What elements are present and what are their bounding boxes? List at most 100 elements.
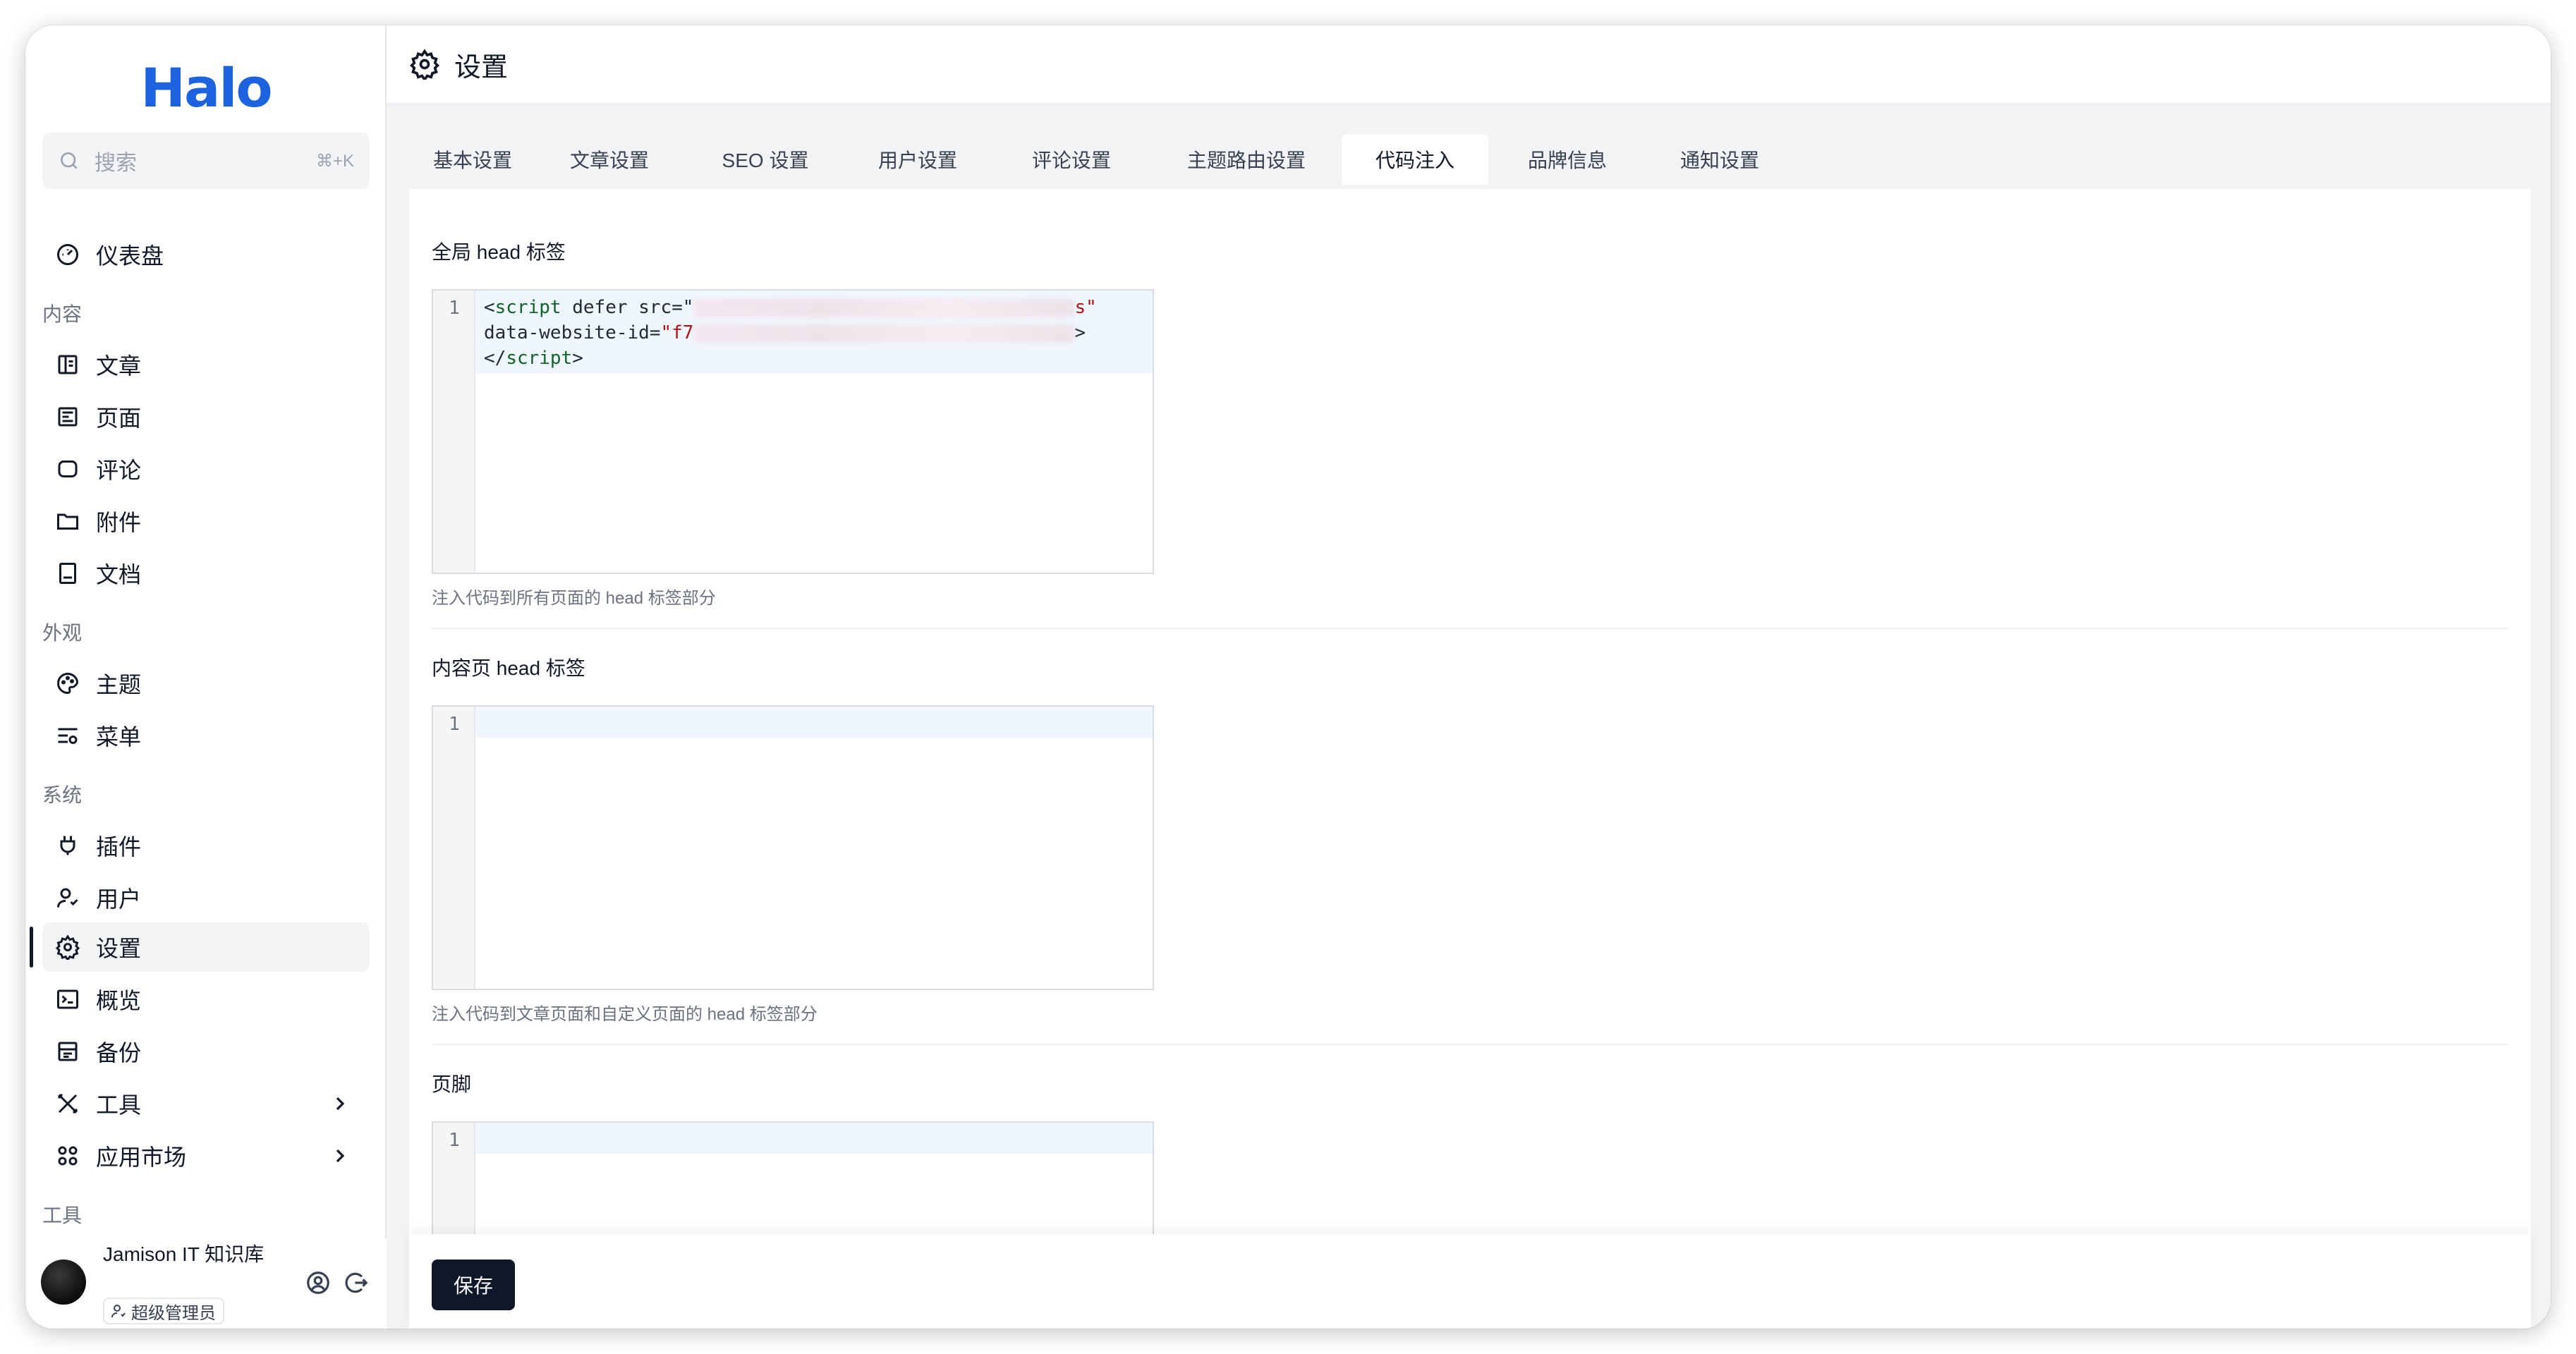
user-profile: Jamison IT 知识库 超级管理员 — [25, 1238, 387, 1329]
sidebar-item-backup[interactable]: 备份 — [42, 1027, 370, 1076]
palette-icon — [55, 671, 80, 696]
comment-icon — [55, 456, 80, 482]
tab-code-injection[interactable]: 代码注入 — [1342, 134, 1488, 185]
chevron-right-icon — [336, 1097, 345, 1111]
save-button[interactable]: 保存 — [432, 1260, 515, 1310]
global-head-editor[interactable]: 1 <script defer src=" s" data-website-id=… — [432, 289, 1154, 574]
logout-icon[interactable] — [343, 1269, 370, 1296]
sidebar-item-tools[interactable]: 工具 — [42, 1079, 370, 1128]
plug-icon — [55, 833, 80, 858]
backup-icon — [55, 1039, 80, 1064]
active-line — [433, 707, 1153, 738]
dashboard-icon — [55, 242, 80, 267]
tab-notification[interactable]: 通知设置 — [1646, 134, 1793, 185]
settings-tabs: 基本设置 文章设置 SEO 设置 用户设置 评论设置 主题路由设置 代码注入 品… — [409, 126, 2531, 189]
nav-section-system: 系统 — [42, 784, 83, 806]
sidebar-item-docs[interactable]: 文档 — [42, 549, 370, 598]
line-number: 1 — [449, 298, 460, 319]
sidebar-item-menus[interactable]: 菜单 — [42, 711, 370, 760]
role-badge: 超级管理员 — [103, 1298, 224, 1324]
sidebar-item-label: 工具 — [96, 1092, 142, 1118]
sidebar-item-pages[interactable]: 页面 — [42, 392, 370, 441]
nav-section-content: 内容 — [42, 303, 83, 325]
page-icon — [55, 404, 80, 429]
sidebar-item-label: 设置 — [96, 936, 142, 961]
tab-user[interactable]: 用户设置 — [844, 134, 992, 185]
sidebar-item-themes[interactable]: 主题 — [42, 659, 370, 708]
sidebar-item-dashboard[interactable]: 仪表盘 — [42, 230, 370, 279]
sidebar-item-users[interactable]: 用户 — [42, 873, 370, 922]
sidebar-item-plugins[interactable]: 插件 — [42, 821, 370, 870]
code-attr-data: data-website-id= — [484, 322, 661, 343]
code-data-start: "f7 — [660, 322, 694, 343]
code-close-angle: > — [1074, 322, 1086, 343]
redacted-src — [693, 298, 1075, 317]
code-content[interactable]: <script defer src=" s" data-website-id="f… — [484, 295, 1097, 371]
sidebar-item-label: 用户 — [96, 886, 142, 912]
app-window: Halo 搜索 ⌘+K 仪表盘 内容 文章 页面 评论 附件 文档 外观 主题 … — [25, 25, 2551, 1329]
active-indicator — [30, 927, 33, 968]
sidebar: Halo 搜索 ⌘+K 仪表盘 内容 文章 页面 评论 附件 文档 外观 主题 … — [25, 25, 387, 1329]
redacted-website-id — [693, 324, 1075, 343]
page-title: 设置 — [454, 52, 509, 83]
sidebar-item-label: 仪表盘 — [96, 243, 164, 269]
line-number: 1 — [449, 1130, 460, 1151]
sidebar-item-label: 文章 — [96, 353, 142, 379]
code-lt: < — [484, 297, 495, 318]
user-name: Jamison IT 知识库 — [103, 1243, 265, 1265]
sidebar-item-label: 文档 — [96, 562, 142, 587]
chevron-right-icon — [336, 1149, 345, 1163]
sidebar-item-app-market[interactable]: 应用市场 — [42, 1131, 370, 1181]
sidebar-item-label: 评论 — [96, 458, 142, 483]
code-quote: " — [682, 297, 694, 318]
tab-theme-route[interactable]: 主题路由设置 — [1150, 134, 1343, 185]
code-gt: > — [572, 348, 583, 369]
content-head-editor[interactable]: 1 — [432, 705, 1154, 990]
sidebar-item-comments[interactable]: 评论 — [42, 444, 370, 494]
sidebar-item-overview[interactable]: 概览 — [42, 975, 370, 1024]
sidebar-item-posts[interactable]: 文章 — [42, 340, 370, 389]
sidebar-item-label: 备份 — [96, 1040, 142, 1066]
nav-section-tools: 工具 — [42, 1204, 83, 1226]
settings-card: 基本设置 文章设置 SEO 设置 用户设置 评论设置 主题路由设置 代码注入 品… — [409, 126, 2531, 1329]
gear-icon — [55, 934, 80, 960]
tab-basic[interactable]: 基本设置 — [409, 134, 536, 185]
line-number: 1 — [449, 714, 460, 735]
tab-post[interactable]: 文章设置 — [539, 134, 680, 185]
sidebar-item-attachments[interactable]: 附件 — [42, 496, 370, 546]
global-head-label: 全局 head 标签 — [432, 241, 566, 263]
code-lt-slash: </ — [484, 348, 506, 369]
sidebar-item-label: 附件 — [96, 510, 142, 535]
content-head-help: 注入代码到文章页面和自定义页面的 head 标签部分 — [432, 1005, 818, 1024]
divider — [432, 1044, 2508, 1045]
tab-comment[interactable]: 评论设置 — [997, 134, 1146, 185]
code-attr-defer: defer — [572, 297, 628, 318]
global-head-help: 注入代码到所有页面的 head 标签部分 — [432, 589, 716, 608]
user-icon — [55, 885, 80, 910]
sidebar-item-label: 页面 — [96, 405, 142, 431]
halo-logo[interactable]: Halo — [25, 56, 387, 119]
apps-grid-icon — [55, 1143, 80, 1169]
page-header: 设置 — [387, 25, 2551, 104]
search-placeholder: 搜索 — [95, 152, 137, 175]
sidebar-item-label: 菜单 — [96, 724, 142, 750]
content-head-label: 内容页 head 标签 — [432, 657, 585, 679]
search-box[interactable]: 搜索 ⌘+K — [42, 133, 370, 189]
divider — [432, 628, 2508, 629]
tab-seo[interactable]: SEO 设置 — [691, 134, 839, 185]
sidebar-item-settings[interactable]: 设置 — [42, 922, 370, 972]
sidebar-item-label: 概览 — [96, 988, 142, 1013]
user-role-icon — [111, 1305, 126, 1318]
gear-icon — [410, 49, 439, 80]
search-icon — [61, 152, 78, 169]
avatar[interactable] — [41, 1260, 86, 1305]
code-tag-close: script — [506, 348, 573, 369]
editor-gutter — [433, 291, 475, 573]
form-footer: 保存 — [409, 1234, 2531, 1329]
code-tag-open: script — [494, 297, 561, 318]
role-label: 超级管理员 — [131, 1303, 216, 1323]
footer-label: 页脚 — [432, 1073, 472, 1095]
code-attr-src: src= — [638, 297, 683, 318]
tab-brand[interactable]: 品牌信息 — [1494, 134, 1641, 185]
user-circle-icon[interactable] — [305, 1269, 332, 1296]
